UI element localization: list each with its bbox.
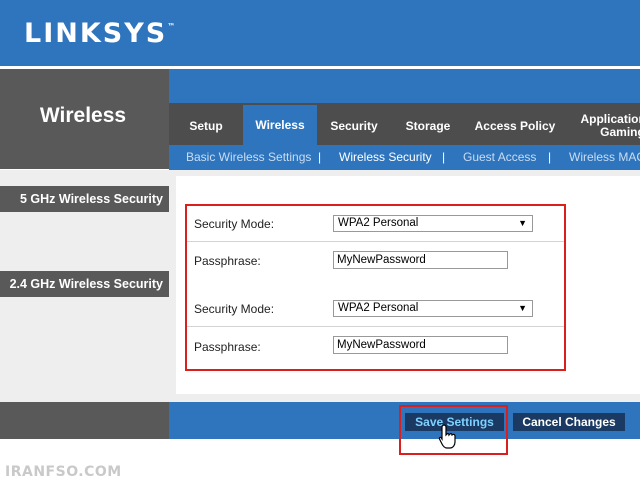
trademark-mark: ™	[167, 22, 176, 31]
linksys-logo: LINKSYS™	[24, 18, 175, 49]
logo-text: LINKSYS	[24, 18, 168, 49]
tab-access-policy[interactable]: Access Policy	[465, 108, 565, 144]
tab-applications-gaming[interactable]: Applications & Gaming	[567, 108, 640, 144]
hand-cursor-icon	[438, 424, 458, 455]
footer-left-panel	[0, 402, 169, 439]
label-24ghz-wireless-security: 2.4 GHz Wireless Security	[0, 271, 169, 297]
form-highlight-box	[185, 204, 566, 371]
tab-security[interactable]: Security	[317, 108, 391, 144]
subnav-separator: |	[318, 150, 322, 164]
subnav-separator: |	[442, 150, 446, 164]
subnav-basic-wireless-settings[interactable]: Basic Wireless Settings	[186, 150, 311, 164]
subnav-guest-access[interactable]: Guest Access	[463, 150, 536, 164]
tab-setup[interactable]: Setup	[169, 108, 243, 144]
label-5ghz-wireless-security: 5 GHz Wireless Security	[0, 186, 169, 212]
tab-storage[interactable]: Storage	[391, 108, 465, 144]
subnav-wireless-mac[interactable]: Wireless MAC	[569, 150, 640, 164]
subnav-wireless-security[interactable]: Wireless Security	[339, 150, 432, 164]
watermark: IRANFSO.COM	[5, 464, 122, 480]
tab-wireless[interactable]: Wireless	[243, 105, 317, 145]
page-title: Wireless	[39, 104, 127, 127]
cancel-changes-button[interactable]: Cancel Changes	[513, 413, 625, 431]
subnav-separator: |	[548, 150, 552, 164]
header-bar: LINKSYS™	[0, 0, 640, 66]
tab-bar-top-band	[169, 69, 640, 103]
